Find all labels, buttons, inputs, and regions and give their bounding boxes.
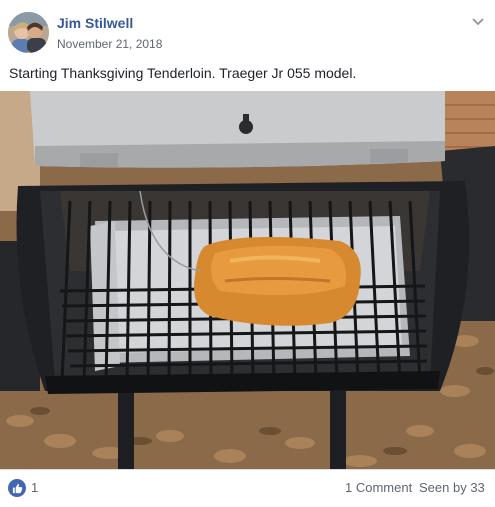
thumbs-up-icon[interactable] — [8, 479, 26, 497]
post-date[interactable]: November 21, 2018 — [57, 37, 162, 51]
seen-by-count[interactable]: Seen by 33 — [419, 480, 485, 495]
post-footer: 1 1 Comment Seen by 33 — [0, 469, 495, 507]
chevron-down-icon[interactable] — [471, 14, 485, 28]
post-caption: Starting Thanksgiving Tenderloin. Traege… — [9, 65, 357, 81]
avatar[interactable] — [8, 12, 49, 53]
post-photo[interactable] — [0, 91, 495, 469]
author-name-link[interactable]: Jim Stilwell — [57, 15, 133, 31]
facebook-post: Jim Stilwell November 21, 2018 Starting … — [0, 0, 495, 507]
like-count[interactable]: 1 — [31, 480, 38, 495]
comments-link[interactable]: 1 Comment — [345, 480, 412, 495]
